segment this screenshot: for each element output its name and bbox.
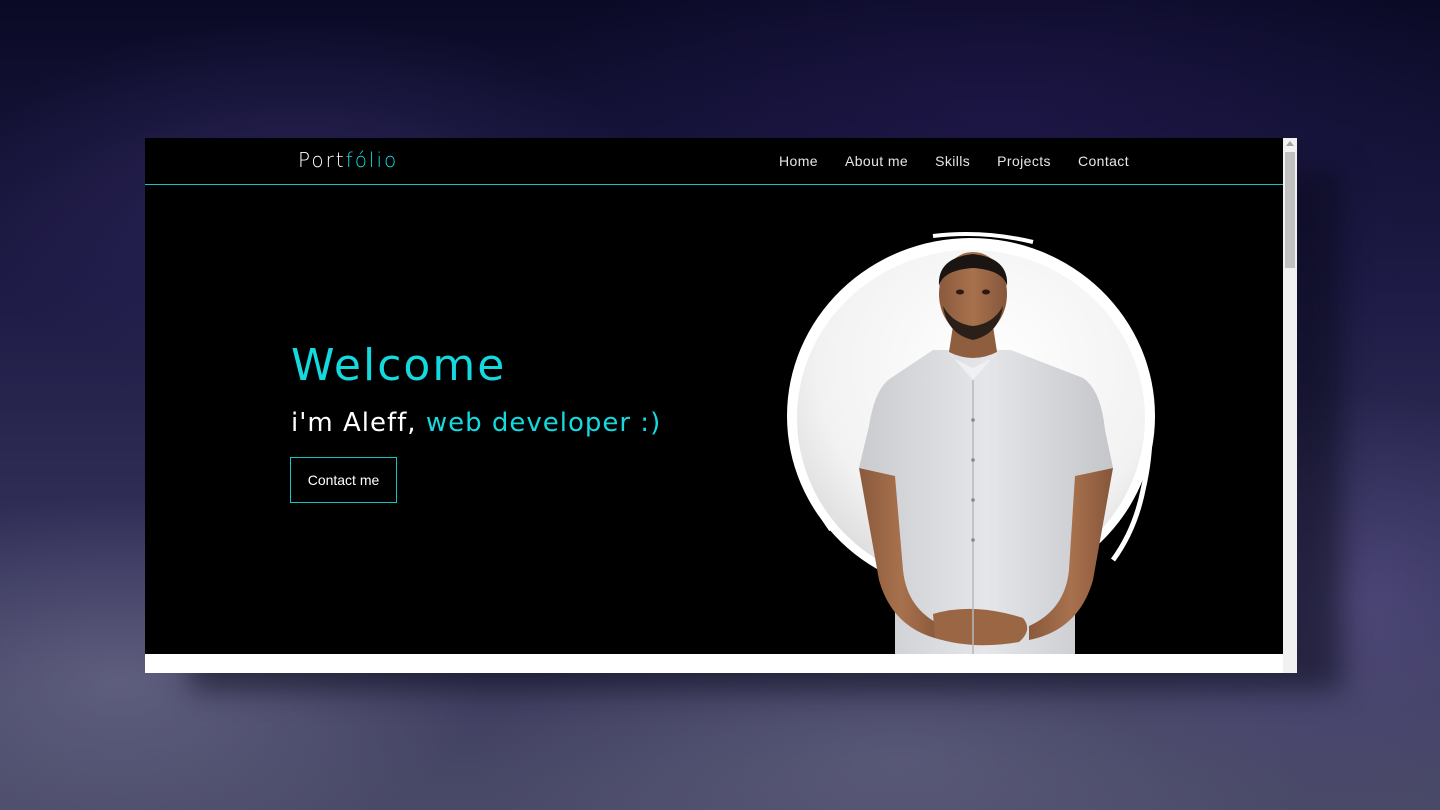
scroll-up-icon[interactable] xyxy=(1286,141,1294,146)
navbar: Portfólio Home About me Skills Projects … xyxy=(145,138,1283,185)
browser-window: Portfólio Home About me Skills Projects … xyxy=(145,138,1297,673)
hero-subtitle: i'm Aleff, web developer :) xyxy=(291,408,661,438)
portfolio-page: Portfólio Home About me Skills Projects … xyxy=(145,138,1283,654)
hero-title: Welcome xyxy=(291,340,507,391)
logo-part-1: Port xyxy=(298,148,346,172)
person-portrait-icon xyxy=(787,232,1155,654)
contact-me-button[interactable]: Contact me xyxy=(290,457,397,503)
nav-projects[interactable]: Projects xyxy=(997,153,1051,169)
hero-role: web developer :) xyxy=(425,408,662,438)
nav-contact[interactable]: Contact xyxy=(1078,153,1129,169)
nav-home[interactable]: Home xyxy=(779,153,818,169)
logo-part-2: fólio xyxy=(345,148,399,172)
scroll-thumb[interactable] xyxy=(1285,152,1295,268)
nav-links: Home About me Skills Projects Contact xyxy=(779,153,1129,169)
hero-intro: i'm Aleff, xyxy=(291,408,426,438)
nav-about-me[interactable]: About me xyxy=(845,153,908,169)
nav-skills[interactable]: Skills xyxy=(935,153,970,169)
site-logo[interactable]: Portfólio xyxy=(298,148,398,172)
scrollbar[interactable] xyxy=(1283,138,1297,673)
